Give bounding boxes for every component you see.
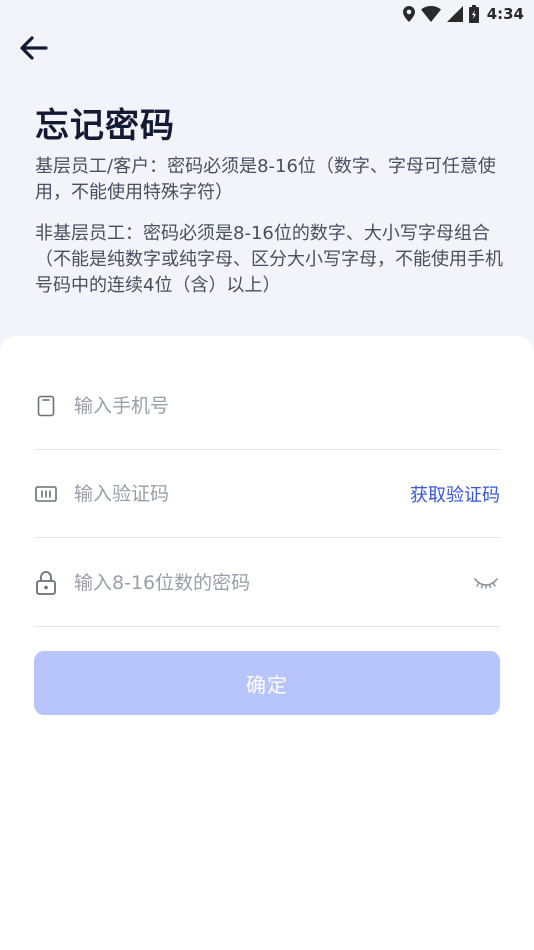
battery-icon [468, 5, 479, 23]
page-title: 忘记密码 [35, 106, 175, 146]
verification-code-input[interactable] [74, 482, 410, 505]
status-bar: 4:34 [0, 0, 534, 28]
password-rule-non-basic: 非基层员工：密码必须是8-16位的数字、大小写字母组合（不能是纯数字或纯字母、区… [35, 223, 503, 296]
signal-icon [446, 6, 463, 22]
phone-icon [34, 394, 58, 418]
confirm-button[interactable]: 确定 [34, 651, 500, 715]
phone-field [34, 362, 500, 450]
get-code-button[interactable]: 获取验证码 [410, 481, 500, 507]
location-icon [402, 6, 415, 22]
forgot-password-screen: 4:34 忘记密码 基层员工/客户：密码必须是8-16位（数字、字母可任意使用，… [0, 0, 534, 950]
eye-closed-icon[interactable] [472, 571, 500, 595]
form-card: 获取验证码 确定 [0, 336, 534, 950]
status-time: 4:34 [486, 5, 524, 23]
verification-code-icon [34, 482, 58, 506]
wifi-icon [420, 6, 441, 22]
password-input[interactable] [74, 571, 472, 594]
password-rule-basic: 基层员工/客户：密码必须是8-16位（数字、字母可任意使用，不能使用特殊字符） [35, 156, 496, 203]
verification-code-field: 获取验证码 [34, 450, 500, 538]
phone-input[interactable] [74, 394, 500, 417]
lock-icon [34, 570, 58, 595]
arrow-left-icon [20, 36, 48, 60]
password-field [34, 539, 500, 627]
back-button[interactable] [18, 32, 50, 64]
